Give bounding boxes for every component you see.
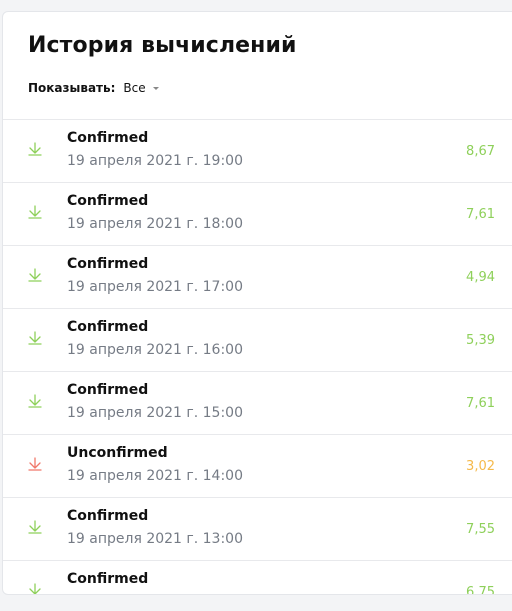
history-row[interactable]: Confirmed 19 апреля 2021 г. 16:00 5,39 — [3, 308, 512, 371]
row-status: Confirmed — [67, 508, 149, 524]
row-status: Unconfirmed — [67, 445, 168, 461]
history-row[interactable]: Confirmed 19 апреля 2021 г. 17:00 4,94 — [3, 245, 512, 308]
history-list: Confirmed 19 апреля 2021 г. 19:00 8,67 C… — [3, 119, 512, 595]
history-row[interactable]: Confirmed 19 апреля 2021 г. 19:00 8,67 — [3, 119, 512, 182]
history-row[interactable]: Confirmed 19 апреля 2021 г. 18:00 7,61 — [3, 182, 512, 245]
download-arrow-icon — [28, 142, 42, 156]
row-date: 19 апреля 2021 г. 16:00 — [67, 342, 243, 358]
caret-down-icon — [152, 87, 159, 90]
history-row[interactable]: Unconfirmed 19 апреля 2021 г. 14:00 3,02 — [3, 434, 512, 497]
row-status: Confirmed — [67, 193, 149, 209]
row-date: 19 апреля 2021 г. 14:00 — [67, 468, 243, 484]
calculation-history-panel: История вычислений Показывать: Все Confi… — [2, 11, 512, 595]
filter-dropdown[interactable]: Все — [123, 81, 159, 95]
row-value: 5,39 — [466, 333, 495, 348]
download-arrow-icon — [28, 520, 42, 534]
download-arrow-icon — [29, 583, 41, 594]
row-date: 19 апреля 2021 г. 19:00 — [67, 153, 243, 169]
download-arrow-icon — [28, 457, 42, 471]
filter-selected-value: Все — [123, 81, 146, 95]
row-status: Confirmed — [67, 571, 149, 587]
history-row[interactable]: Confirmed 19 апреля 2021 г. 15:00 7,61 — [3, 371, 512, 434]
row-value: 7,55 — [466, 522, 495, 537]
row-status: Confirmed — [67, 256, 149, 272]
row-value: 8,67 — [466, 144, 495, 159]
row-date: 19 апреля 2021 г. 18:00 — [67, 216, 243, 232]
row-value: 6,75 — [466, 585, 495, 595]
filter-label: Показывать: — [28, 81, 116, 95]
download-arrow-icon — [28, 331, 42, 345]
history-row[interactable]: Confirmed 6,75 — [3, 560, 512, 595]
row-value: 3,02 — [466, 459, 495, 474]
row-value: 4,94 — [466, 270, 495, 285]
download-arrow-icon — [28, 394, 42, 408]
row-value: 7,61 — [466, 207, 495, 222]
row-date: 19 апреля 2021 г. 13:00 — [67, 531, 243, 547]
row-date: 19 апреля 2021 г. 15:00 — [67, 405, 243, 421]
page-title: История вычислений — [28, 33, 297, 58]
row-status: Confirmed — [67, 319, 149, 335]
download-arrow-icon — [28, 205, 42, 219]
row-value: 7,61 — [466, 396, 495, 411]
row-status: Confirmed — [67, 382, 149, 398]
download-arrow-icon — [28, 268, 42, 282]
filter-bar: Показывать: Все — [28, 81, 159, 95]
row-date: 19 апреля 2021 г. 17:00 — [67, 279, 243, 295]
row-status: Confirmed — [67, 130, 149, 146]
history-row[interactable]: Confirmed 19 апреля 2021 г. 13:00 7,55 — [3, 497, 512, 560]
